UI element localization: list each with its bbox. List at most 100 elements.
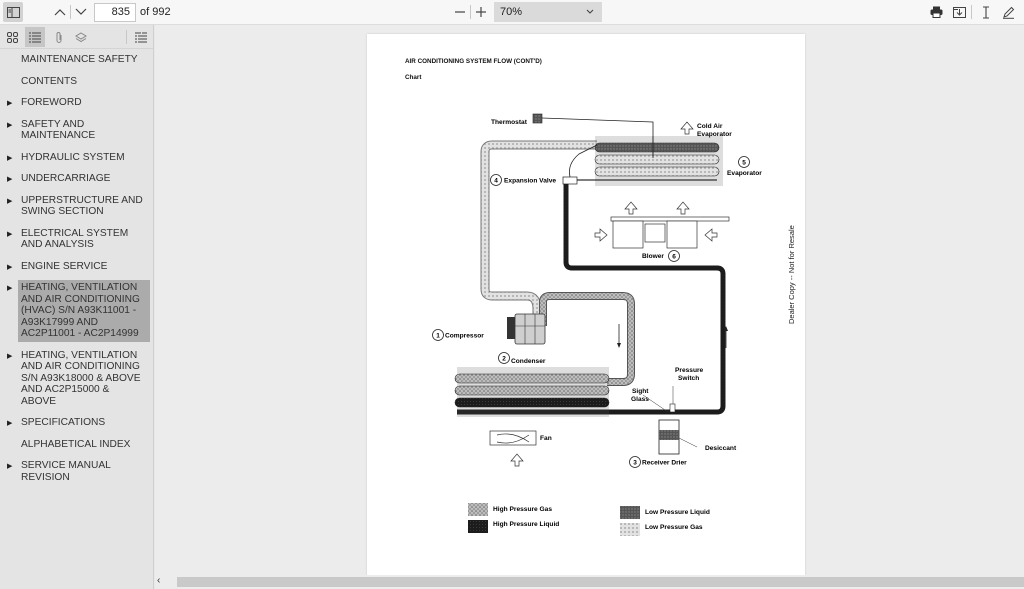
- prev-page-button[interactable]: [52, 4, 68, 20]
- thermostat: [532, 113, 543, 124]
- toolbar: 835 of 992 70%: [0, 0, 1024, 25]
- outline-item[interactable]: ▶ HYDRAULIC SYSTEM: [0, 150, 150, 166]
- text-select-button[interactable]: [978, 4, 994, 20]
- sidebar-toggle-icon: [6, 6, 20, 18]
- print-icon: [930, 6, 942, 18]
- horizontal-scrollbar[interactable]: ‹: [155, 575, 1024, 589]
- outline-item-label: SAFETY AND MAINTENANCE: [21, 118, 96, 142]
- cold-air-arrow: [680, 121, 694, 135]
- outline-item-label: CONTENTS: [21, 75, 78, 87]
- evaporator-number: 5: [742, 160, 746, 167]
- draw-button[interactable]: [1000, 4, 1016, 20]
- outline-item[interactable]: ▶ HEATING, VENTILATION AND AIR CONDITIONI…: [0, 348, 150, 410]
- desiccant-label: Desiccant: [705, 445, 737, 452]
- plus-icon: [476, 7, 486, 17]
- outline-item[interactable]: ▶ UNDERCARRIAGE: [0, 171, 150, 187]
- expansion-valve: [562, 176, 578, 185]
- zoom-out-button[interactable]: [452, 4, 468, 20]
- next-page-button[interactable]: [73, 4, 89, 20]
- outline-item-label: ALPHABETICAL INDEX: [21, 438, 131, 450]
- thumbnails-icon: [6, 31, 18, 43]
- outline-icon: [29, 32, 41, 42]
- scroll-left-icon[interactable]: ‹: [157, 575, 160, 586]
- outline-item[interactable]: ▶ HEATING, VENTILATION AND AIR CONDITIONI…: [7, 280, 150, 342]
- page-total-label: of 992: [140, 6, 171, 18]
- attachments-button[interactable]: [49, 27, 69, 47]
- sidebar: MAINTENANCE SAFETY CONTENTS ▶ FOREWORD ▶ SAFE…: [0, 25, 154, 589]
- pressure-label: Pressure: [675, 367, 704, 374]
- expand-arrow-icon[interactable]: ▶: [7, 229, 12, 241]
- chevron-up-icon: [54, 9, 66, 16]
- scrollbar-thumb[interactable]: [177, 577, 1024, 587]
- thumbnails-button[interactable]: [2, 27, 22, 47]
- thermostat-label: Thermostat: [491, 119, 528, 126]
- legend-swatch-high-pressure-gas: [468, 503, 488, 516]
- text-cursor-icon: [983, 6, 989, 18]
- legend-swatch-high-pressure-liquid: [468, 520, 488, 533]
- condenser-number: 2: [502, 356, 506, 363]
- layers-icon: [75, 31, 87, 42]
- expand-arrow-icon[interactable]: ▶: [7, 174, 12, 186]
- outline-item-label: ELECTRICAL SYSTEM AND ANALYSIS: [21, 227, 129, 251]
- receiver-drier-label: Receiver Drier: [642, 460, 687, 467]
- print-button[interactable]: [928, 4, 944, 20]
- outline-item[interactable]: ▶ SPECIFICATIONS: [0, 415, 150, 431]
- expand-arrow-icon[interactable]: ▶: [7, 351, 12, 363]
- pdf-page: AIR CONDITIONING SYSTEM FLOW (CONT'D) Ch…: [367, 34, 805, 579]
- fan: [489, 430, 537, 467]
- glass-label: Glass: [631, 396, 649, 403]
- outline-item[interactable]: MAINTENANCE SAFETY: [0, 52, 150, 68]
- outline-item[interactable]: ALPHABETICAL INDEX: [0, 437, 150, 453]
- legend-label-low-pressure-liquid: Low Pressure Liquid: [645, 509, 710, 516]
- outline-tree: MAINTENANCE SAFETY CONTENTS ▶ FOREWORD ▶ SAFE…: [0, 49, 153, 491]
- expand-arrow-icon[interactable]: ▶: [7, 153, 12, 165]
- sidebar-toggle-button[interactable]: [3, 2, 23, 22]
- expand-arrow-icon[interactable]: ▶: [7, 196, 12, 208]
- outline-item-label: UPPERSTRUCTURE AND SWING SECTION: [21, 194, 143, 218]
- legend-swatch-low-pressure-liquid: [620, 506, 640, 519]
- legend-swatch-low-pressure-gas: [620, 523, 640, 536]
- condenser-coil: [454, 367, 610, 417]
- expand-arrow-icon[interactable]: ▶: [7, 262, 12, 274]
- fan-label: Fan: [540, 435, 552, 442]
- outline-item[interactable]: ▶ FOREWORD: [0, 95, 150, 111]
- document-viewer[interactable]: AIR CONDITIONING SYSTEM FLOW (CONT'D) Ch…: [155, 25, 1024, 589]
- expansion-valve-label: Expansion Valve: [504, 178, 556, 185]
- expand-arrow-icon[interactable]: ▶: [7, 98, 12, 110]
- outline-item-label: ENGINE SERVICE: [21, 260, 108, 272]
- ac-flow-diagram: Thermostat Cold Air Evaporator 5 Evapora…: [432, 113, 762, 536]
- outline-button[interactable]: [25, 27, 45, 47]
- outline-options-button[interactable]: [131, 27, 151, 47]
- legend-label-low-pressure-gas: Low Pressure Gas: [645, 524, 703, 531]
- zoom-select[interactable]: 70%: [494, 2, 602, 22]
- blower-label: Blower: [642, 253, 664, 260]
- outline-item[interactable]: ▶ ELECTRICAL SYSTEM AND ANALYSIS: [0, 226, 150, 253]
- sidebar-tools: [0, 25, 153, 49]
- outline-item[interactable]: ▶ SERVICE MANUAL REVISION: [0, 458, 150, 485]
- outline-item[interactable]: ▶ SAFETY AND MAINTENANCE: [0, 117, 150, 144]
- switch-label: Switch: [678, 375, 699, 382]
- outline-item-label: MAINTENANCE SAFETY: [21, 54, 138, 65]
- compressor-number: 1: [436, 333, 440, 340]
- expand-arrow-icon[interactable]: ▶: [7, 283, 12, 295]
- sight-label: Sight: [632, 388, 649, 395]
- outline-item[interactable]: ▶ UPPERSTRUCTURE AND SWING SECTION: [0, 193, 150, 220]
- zoom-value: 70%: [500, 6, 523, 18]
- save-button[interactable]: [951, 4, 967, 20]
- outline-options-icon: [135, 32, 147, 42]
- expand-arrow-icon[interactable]: ▶: [7, 418, 12, 430]
- layers-button[interactable]: [71, 27, 91, 47]
- cold-air-evaporator-label: Evaporator: [697, 131, 732, 138]
- outline-item-label: HYDRAULIC SYSTEM: [21, 151, 125, 163]
- outline-item-label: SERVICE MANUAL REVISION: [21, 460, 111, 483]
- outline-item-label: HEATING, VENTILATION AND AIR CONDITIONIN…: [21, 282, 140, 339]
- outline-item[interactable]: ▶ ENGINE SERVICE: [0, 259, 150, 275]
- expand-arrow-icon[interactable]: ▶: [7, 461, 12, 473]
- outline-item-label: FOREWORD: [21, 97, 82, 108]
- pen-icon: [1002, 6, 1014, 19]
- outline-item[interactable]: CONTENTS: [0, 74, 150, 90]
- expand-arrow-icon[interactable]: ▶: [7, 120, 12, 132]
- page-number-input[interactable]: 835: [94, 3, 136, 22]
- evaporator-label: Evaporator: [727, 170, 762, 177]
- zoom-in-button[interactable]: [473, 4, 489, 20]
